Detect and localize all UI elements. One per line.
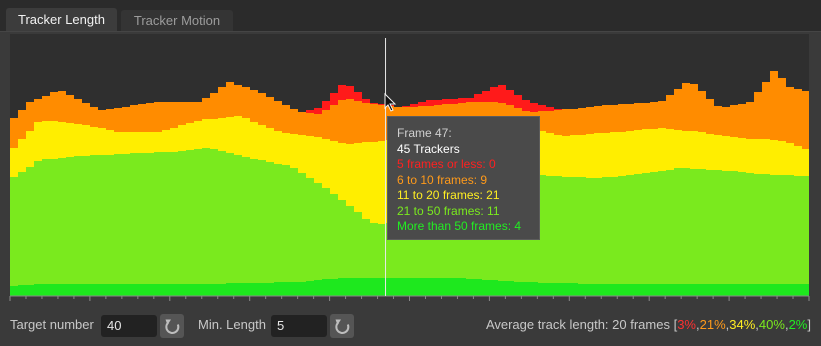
average-track-length: Average track length: 20 frames [3%,21%,… xyxy=(486,310,811,340)
tooltip-total: 45 Trackers xyxy=(397,141,460,156)
avg-pct-11-20: 34% xyxy=(729,317,756,332)
average-suffix: ] xyxy=(807,317,811,332)
tooltip-row-more-50: More than 50 frames: 4 xyxy=(397,219,522,233)
avg-pct-6-10: 21% xyxy=(699,317,726,332)
tracker-length-panel: 20406080100 Frame 47: 45 Trackers 5 fram… xyxy=(0,31,821,346)
avg-pct-more-50: 2% xyxy=(788,317,808,332)
min-length-field[interactable]: 5 xyxy=(271,315,327,337)
tab-bar: Tracker Length Tracker Motion xyxy=(0,0,821,32)
avg-pct-5-or-less: 3% xyxy=(677,317,696,332)
tooltip-frame: Frame 47: xyxy=(397,126,452,140)
reset-icon xyxy=(165,319,180,334)
tooltip-row-11-20: 11 to 20 frames: 21 xyxy=(397,188,500,202)
controls-bar: Target number 40 Min. Length 5 Average t… xyxy=(0,310,821,340)
tab-tracker-length[interactable]: Tracker Length xyxy=(6,8,117,32)
tab-tracker-motion[interactable]: Tracker Motion xyxy=(121,10,233,32)
tooltip-row-21-50: 21 to 50 frames: 11 xyxy=(397,203,500,218)
average-prefix: Average track length: 20 frames [ xyxy=(485,317,678,332)
avg-pct-21-50: 40% xyxy=(758,317,785,332)
tooltip-row-5-or-less: 5 frames or less: 0 xyxy=(397,157,496,171)
target-number-label: Target number xyxy=(10,317,94,332)
reset-icon xyxy=(335,319,350,334)
reset-target-button[interactable] xyxy=(160,314,184,338)
x-axis: 20406080100 xyxy=(9,295,810,301)
target-number-field[interactable]: 40 xyxy=(101,315,157,337)
reset-min-length-button[interactable] xyxy=(330,314,354,338)
tooltip-row-6-10: 6 to 10 frames: 9 xyxy=(397,172,488,187)
frame-tooltip: Frame 47: 45 Trackers 5 frames or less: … xyxy=(387,116,540,240)
min-length-label: Min. Length xyxy=(198,317,266,332)
